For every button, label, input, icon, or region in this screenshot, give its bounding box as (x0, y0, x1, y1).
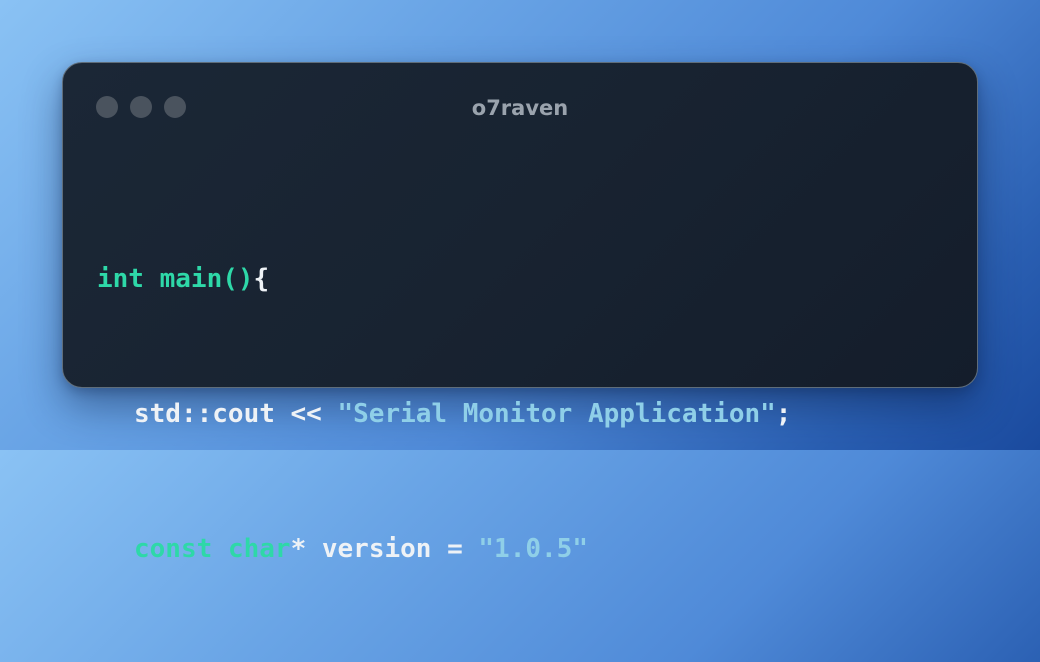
code-block: int main(){ std::cout << "Serial Monitor… (97, 167, 791, 662)
code-line: int main(){ (97, 257, 791, 302)
code-stream: std::cout << (134, 399, 322, 429)
code-brace: { (253, 264, 270, 294)
window-title: o7raven (471, 96, 569, 120)
code-text: * version = (290, 534, 463, 564)
code-keyword: char (227, 534, 291, 564)
code-function: main() (159, 264, 254, 294)
code-keyword: int (97, 264, 144, 294)
code-string: "1.0.5" (478, 534, 588, 564)
code-string: "Serial Monitor Application" (337, 399, 776, 429)
code-window: o7raven int main(){ std::cout << "Serial… (62, 62, 978, 564)
code-line: std::cout << "Serial Monitor Application… (97, 392, 791, 437)
code-line: const char* version = "1.0.5" (97, 527, 791, 572)
code-keyword: const (134, 534, 213, 564)
code-semicolon: ; (775, 399, 792, 429)
title-bar: o7raven (63, 63, 977, 153)
